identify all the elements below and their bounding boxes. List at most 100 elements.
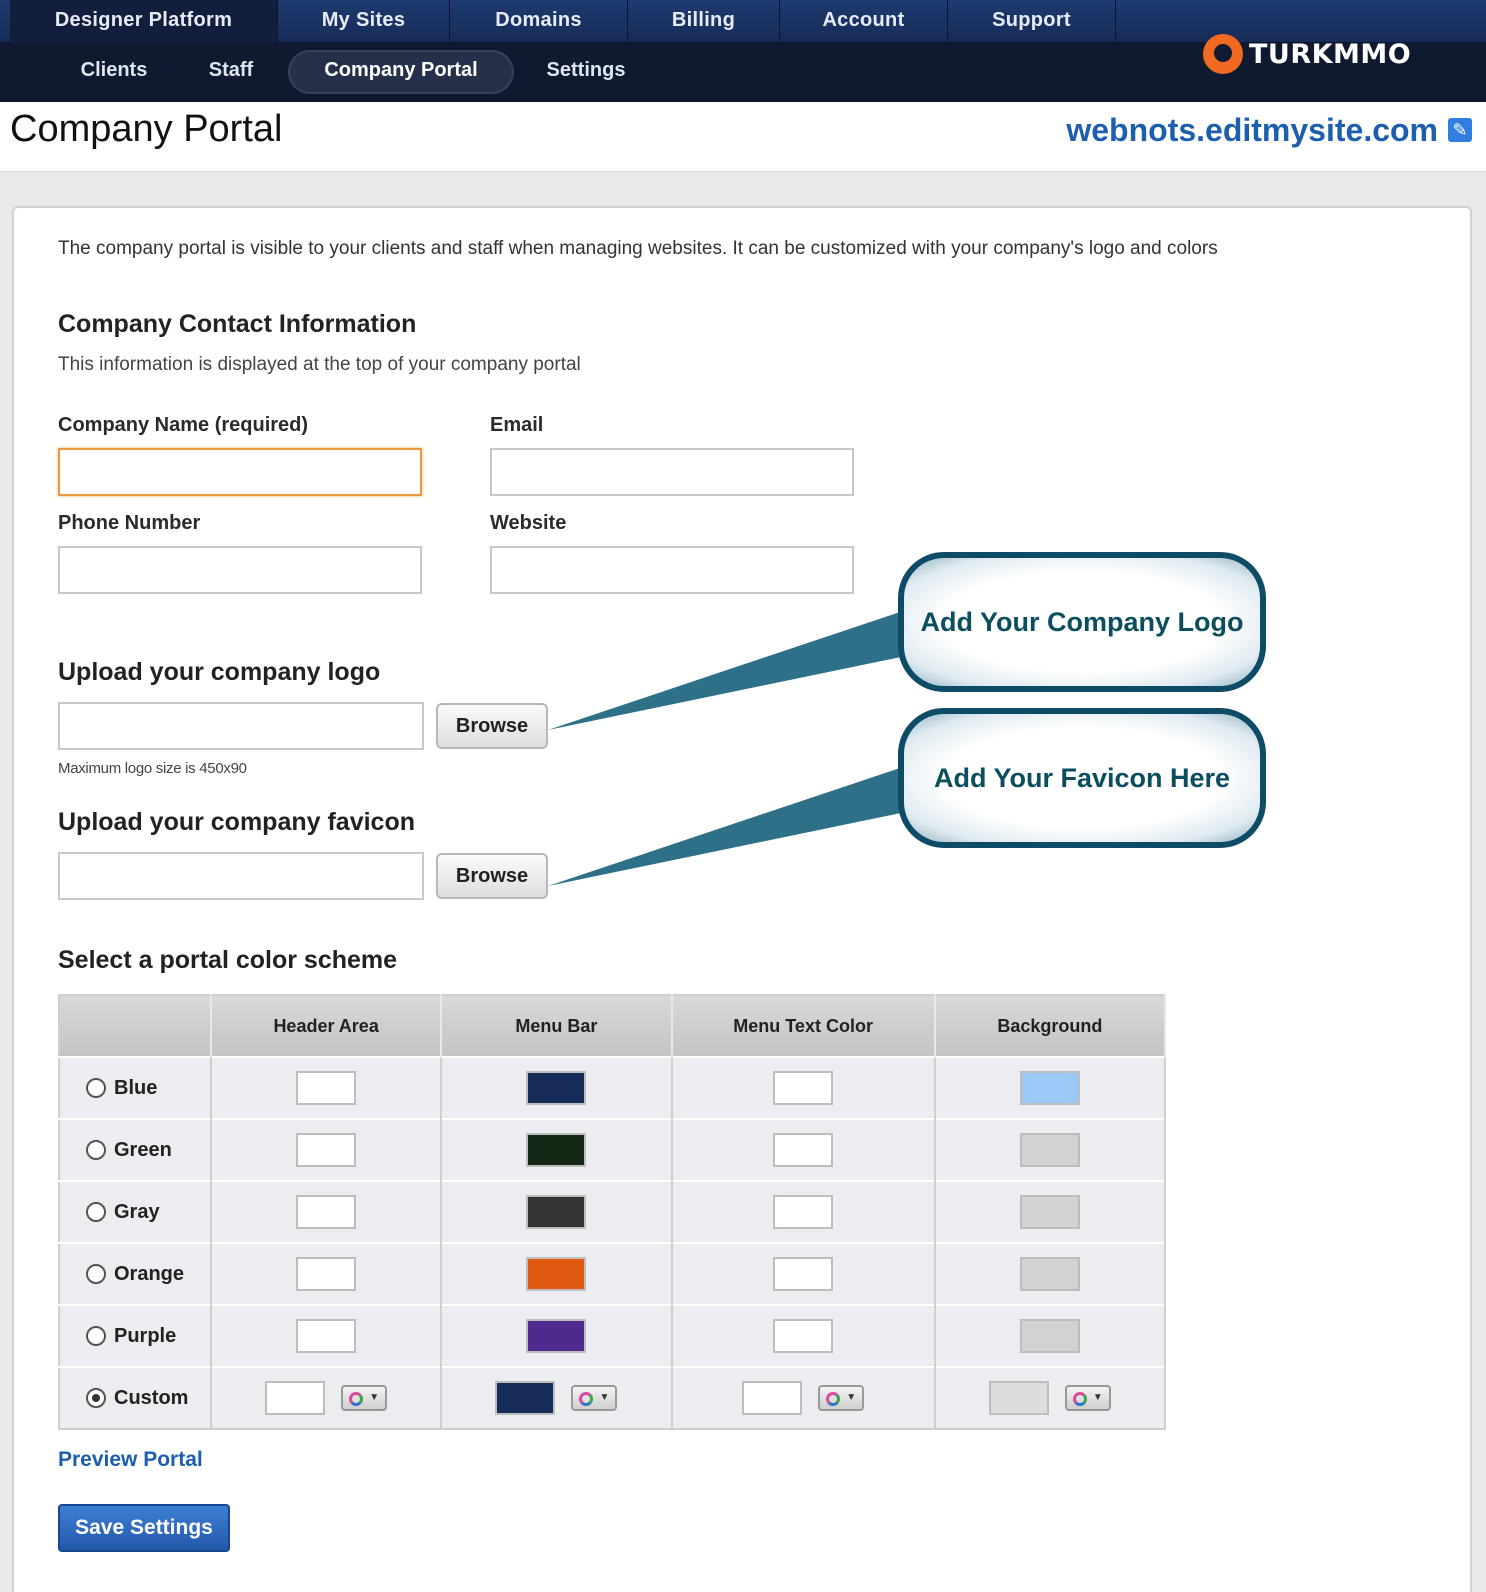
scheme-name: Green bbox=[114, 1138, 172, 1161]
color-cell-menu-bar bbox=[441, 1242, 673, 1305]
color-cell-menu-bar bbox=[441, 1180, 673, 1243]
color-cell-background bbox=[934, 1056, 1167, 1119]
scheme-option[interactable]: Green bbox=[59, 1118, 212, 1181]
color-scheme-row: Blue bbox=[59, 1056, 1167, 1119]
color-swatch-menu-bar bbox=[526, 1133, 587, 1167]
favicon-callout: Add Your Favicon Here bbox=[898, 708, 1266, 848]
favicon-file-input[interactable] bbox=[58, 852, 424, 900]
color-swatch-header-area bbox=[296, 1257, 357, 1291]
email-input[interactable] bbox=[490, 448, 854, 496]
color-picker-button[interactable]: ▼ bbox=[341, 1385, 388, 1411]
scheme-radio[interactable] bbox=[86, 1388, 106, 1409]
scheme-name: Custom bbox=[114, 1386, 189, 1409]
favicon-browse-button[interactable]: Browse bbox=[436, 853, 548, 899]
nav-domains[interactable]: Domains bbox=[450, 0, 628, 43]
color-cell-menu-bar bbox=[441, 1304, 673, 1367]
logo-callout: Add Your Company Logo bbox=[898, 552, 1266, 692]
logo-size-hint: Maximum logo size is 450x90 bbox=[58, 760, 247, 777]
scheme-radio[interactable] bbox=[86, 1264, 106, 1285]
website-input[interactable] bbox=[490, 546, 854, 594]
color-swatch-header-area bbox=[296, 1071, 357, 1105]
table-header-row: Header Area Menu Bar Menu Text Color Bac… bbox=[59, 995, 1167, 1057]
color-swatch-header-area bbox=[296, 1133, 357, 1167]
nav-billing[interactable]: Billing bbox=[628, 0, 780, 43]
site-domain-link[interactable]: webnots.editmysite.com bbox=[1066, 112, 1438, 149]
nav-designer-platform[interactable]: Designer Platform bbox=[10, 0, 278, 43]
phone-input[interactable] bbox=[58, 546, 422, 594]
color-swatch-header-area[interactable] bbox=[265, 1381, 326, 1415]
website-label: Website bbox=[490, 512, 567, 534]
scheme-option[interactable]: Purple bbox=[59, 1304, 212, 1367]
column-header-background: Background bbox=[934, 995, 1167, 1057]
color-cell-menu-text bbox=[671, 1056, 936, 1119]
nav-account[interactable]: Account bbox=[780, 0, 948, 43]
color-swatch-background bbox=[1019, 1133, 1080, 1167]
chevron-down-icon: ▼ bbox=[599, 1392, 610, 1403]
color-wheel-icon bbox=[579, 1392, 594, 1406]
color-swatch-header-area bbox=[296, 1195, 357, 1229]
email-label: Email bbox=[490, 414, 544, 436]
nav-my-sites[interactable]: My Sites bbox=[278, 0, 450, 43]
color-swatch-menu-bar bbox=[526, 1319, 587, 1353]
scheme-radio[interactable] bbox=[86, 1140, 106, 1161]
color-cell-background bbox=[934, 1304, 1167, 1367]
favicon-upload-heading: Upload your company favicon bbox=[58, 808, 416, 836]
scheme-option[interactable]: Gray bbox=[59, 1180, 212, 1243]
color-swatch-menu-bar bbox=[526, 1195, 587, 1229]
chevron-down-icon: ▼ bbox=[846, 1392, 857, 1403]
color-picker-button[interactable]: ▼ bbox=[818, 1385, 865, 1411]
color-cell-background: ▼ bbox=[934, 1366, 1167, 1429]
color-swatch-menu-text bbox=[773, 1195, 834, 1229]
edit-icon[interactable]: ✎ bbox=[1448, 118, 1472, 142]
subnav-clients[interactable]: Clients bbox=[62, 50, 166, 94]
save-settings-button[interactable]: Save Settings bbox=[58, 1504, 230, 1552]
color-swatch-menu-text bbox=[773, 1319, 834, 1353]
color-swatch-menu-text bbox=[773, 1133, 834, 1167]
color-cell-header-area bbox=[211, 1242, 443, 1305]
logo-file-input[interactable] bbox=[58, 702, 424, 750]
color-picker-button[interactable]: ▼ bbox=[571, 1385, 618, 1411]
scheme-name: Orange bbox=[114, 1262, 185, 1285]
brand-logo: TURKMMO bbox=[1203, 30, 1411, 78]
preview-portal-link[interactable]: Preview Portal bbox=[58, 1448, 203, 1472]
scheme-option[interactable]: Blue bbox=[59, 1056, 212, 1119]
color-cell-menu-text bbox=[671, 1242, 936, 1305]
scheme-radio[interactable] bbox=[86, 1326, 106, 1347]
color-swatch-menu-text[interactable] bbox=[742, 1381, 803, 1415]
color-swatch-background bbox=[1019, 1319, 1080, 1353]
scheme-radio[interactable] bbox=[86, 1202, 106, 1223]
scheme-name: Gray bbox=[114, 1200, 160, 1223]
color-swatch-background[interactable] bbox=[988, 1381, 1049, 1415]
color-scheme-row: Gray bbox=[59, 1180, 1167, 1243]
page-title: Company Portal bbox=[10, 108, 283, 150]
contact-description: This information is displayed at the top… bbox=[58, 354, 581, 375]
color-cell-menu-bar: ▼ bbox=[441, 1366, 673, 1429]
color-cell-menu-text bbox=[671, 1118, 936, 1181]
favicon-callout-pointer bbox=[548, 766, 906, 886]
column-header-menu-bar: Menu Bar bbox=[441, 995, 673, 1057]
color-picker-button[interactable]: ▼ bbox=[1064, 1385, 1111, 1411]
column-header-header-area: Header Area bbox=[211, 995, 443, 1057]
company-name-input[interactable] bbox=[58, 448, 422, 496]
color-cell-header-area bbox=[211, 1056, 443, 1119]
color-swatch-header-area bbox=[296, 1319, 357, 1353]
color-cell-background bbox=[934, 1118, 1167, 1181]
color-scheme-row: Purple bbox=[59, 1304, 1167, 1367]
color-cell-menu-text: ▼ bbox=[671, 1366, 936, 1429]
settings-panel: The company portal is visible to your cl… bbox=[12, 206, 1472, 1592]
subnav-settings[interactable]: Settings bbox=[530, 50, 642, 94]
scheme-option[interactable]: Custom bbox=[59, 1366, 212, 1429]
top-navigation: Designer Platform My Sites Domains Billi… bbox=[0, 0, 1486, 102]
scheme-name: Blue bbox=[114, 1076, 158, 1099]
logo-browse-button[interactable]: Browse bbox=[436, 703, 548, 749]
subnav-staff[interactable]: Staff bbox=[190, 50, 272, 94]
color-swatch-menu-bar[interactable] bbox=[495, 1381, 556, 1415]
scheme-option[interactable]: Orange bbox=[59, 1242, 212, 1305]
color-cell-header-area: ▼ bbox=[211, 1366, 443, 1429]
color-swatch-menu-bar bbox=[526, 1257, 587, 1291]
nav-support[interactable]: Support bbox=[948, 0, 1116, 43]
brand-name: TURKMMO bbox=[1249, 38, 1412, 70]
color-scheme-row: Green bbox=[59, 1118, 1167, 1181]
scheme-radio[interactable] bbox=[86, 1078, 106, 1099]
subnav-company-portal[interactable]: Company Portal bbox=[288, 50, 514, 94]
